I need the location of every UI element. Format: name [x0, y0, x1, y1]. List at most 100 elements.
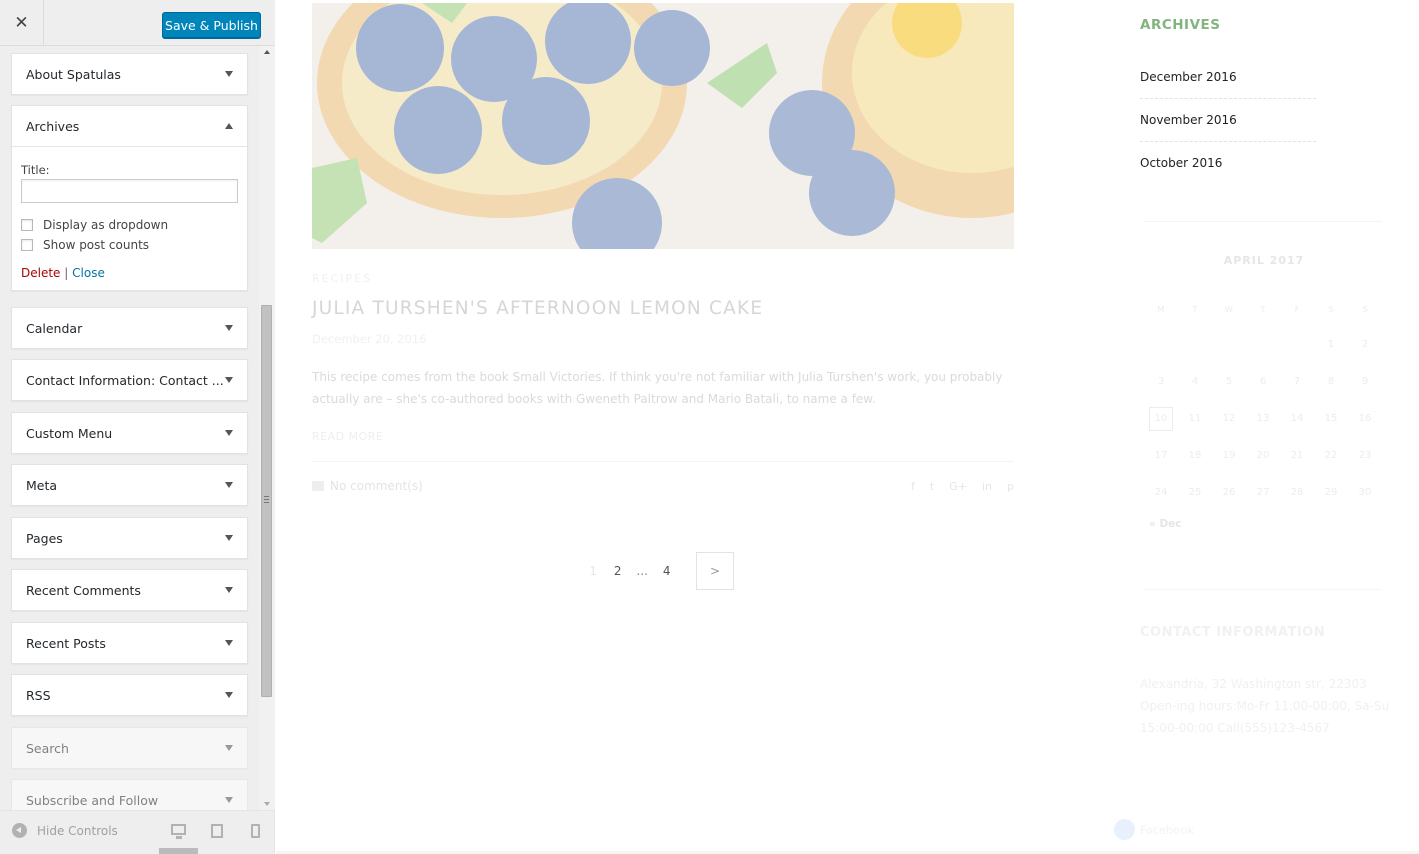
widget-header[interactable]: RSS	[12, 675, 247, 715]
widget-title: Contact Information: Contact ...	[26, 372, 224, 388]
linkedin-icon[interactable]: in	[982, 480, 992, 493]
page-link[interactable]: 4	[655, 564, 680, 578]
comments-link[interactable]: No comment(s)	[312, 479, 423, 493]
customizer-sidebar: ✕ Save & Publish About Spatulas Archives…	[0, 0, 275, 854]
next-page-button[interactable]: >	[696, 552, 734, 590]
hide-controls-button[interactable]: Hide Controls	[12, 823, 118, 838]
widget-recent-comments[interactable]: Recent Comments	[11, 569, 248, 611]
calendar-week: 10 11 12 13 14 15 16	[1144, 400, 1382, 437]
widget-divider	[1143, 589, 1382, 590]
facebook-link[interactable]: Facebook	[1114, 819, 1194, 840]
pinterest-icon[interactable]: p	[1007, 480, 1014, 493]
weekday: T	[1192, 304, 1198, 314]
expand-arrow-icon[interactable]	[225, 587, 233, 593]
widget-recent-posts[interactable]: Recent Posts	[11, 622, 248, 664]
sidebar-scrollbar[interactable]	[259, 46, 275, 810]
widget-header[interactable]: Pages	[12, 518, 247, 558]
expand-arrow-icon[interactable]	[225, 692, 233, 698]
calendar-day: 15	[1324, 413, 1338, 424]
calendar-widget: APRIL 2017 M T W T F S S 1 2 3 4 5 6 7 8…	[1139, 222, 1385, 542]
widget-header[interactable]: Calendar	[12, 308, 247, 348]
expand-arrow-icon[interactable]	[225, 482, 233, 488]
calendar-day: 2	[1361, 339, 1369, 350]
post-featured-image[interactable]	[312, 3, 1014, 249]
expand-arrow-icon[interactable]	[225, 325, 233, 331]
contact-widget-title: CONTACT INFORMATION	[1140, 625, 1326, 640]
title-input[interactable]	[21, 179, 238, 203]
display-dropdown-checkbox[interactable]	[21, 219, 33, 231]
post-title[interactable]: JULIA TURSHEN'S AFTERNOON LEMON CAKE	[312, 298, 763, 319]
calendar-day: 19	[1222, 450, 1236, 461]
customizer-header: ✕ Save & Publish	[0, 0, 275, 46]
widget-meta[interactable]: Meta	[11, 464, 248, 506]
show-post-counts-checkbox[interactable]	[21, 239, 33, 251]
widget-search[interactable]: Search	[11, 727, 248, 769]
widget-header[interactable]: Search	[12, 728, 247, 768]
post-category[interactable]: RECIPES	[312, 272, 372, 285]
widget-calendar[interactable]: Calendar	[11, 307, 248, 349]
widget-header[interactable]: About Spatulas	[12, 54, 247, 94]
widget-rss[interactable]: RSS	[11, 674, 248, 716]
save-publish-button[interactable]: Save & Publish	[162, 12, 261, 38]
widget-header[interactable]: Subscribe and Follow	[12, 780, 247, 810]
widget-contact-information[interactable]: Contact Information: Contact ...	[11, 359, 248, 401]
widget-title: About Spatulas	[26, 66, 121, 82]
widget-pages[interactable]: Pages	[11, 517, 248, 559]
scroll-down-arrow-icon[interactable]	[264, 802, 270, 806]
widget-header[interactable]: Recent Posts	[12, 623, 247, 663]
facebook-icon[interactable]: f	[911, 480, 915, 493]
calendar-day: 26	[1222, 487, 1236, 498]
scroll-up-arrow-icon[interactable]	[264, 50, 270, 54]
expand-arrow-icon[interactable]	[225, 71, 233, 77]
page-ellipsis: ...	[636, 564, 648, 578]
calendar-weekday-row: M T W T F S S	[1144, 292, 1382, 326]
expand-arrow-icon[interactable]	[225, 535, 233, 541]
widget-header[interactable]: Custom Menu	[12, 413, 247, 453]
archive-link[interactable]: December 2016	[1140, 70, 1316, 84]
close-customizer-button[interactable]: ✕	[0, 0, 44, 46]
google-plus-icon[interactable]: G+	[949, 480, 967, 493]
widget-title: Subscribe and Follow	[26, 792, 159, 808]
read-more-link[interactable]: READ MORE	[312, 430, 383, 443]
expand-arrow-icon[interactable]	[225, 377, 233, 383]
widget-archives[interactable]: Archives Title: Display as dropdown Show…	[11, 105, 248, 291]
expand-arrow-icon[interactable]	[225, 640, 233, 646]
archive-link[interactable]: October 2016	[1140, 156, 1316, 170]
collapse-arrow-icon[interactable]	[225, 123, 233, 129]
widget-list: About Spatulas Archives Title: Display a…	[0, 46, 258, 810]
widget-header[interactable]: Meta	[12, 465, 247, 505]
archive-divider	[1140, 98, 1316, 99]
expand-arrow-icon[interactable]	[225, 745, 233, 751]
close-widget-link[interactable]: Close	[72, 266, 105, 280]
page-link-current[interactable]: 1	[581, 564, 606, 578]
expand-arrow-icon[interactable]	[225, 430, 233, 436]
scrollbar-thumb[interactable]	[261, 305, 272, 697]
page-link[interactable]: 2	[606, 564, 631, 578]
calendar-day: 14	[1290, 413, 1304, 424]
widget-header[interactable]: Archives	[12, 106, 247, 146]
calendar-prev-link[interactable]: « Dec	[1149, 518, 1182, 530]
show-post-counts-option[interactable]: Show post counts	[21, 238, 238, 252]
display-dropdown-option[interactable]: Display as dropdown	[21, 218, 238, 232]
calendar-week: 1 2	[1144, 326, 1382, 363]
widget-custom-menu[interactable]: Custom Menu	[11, 412, 248, 454]
calendar-grid: M T W T F S S 1 2 3 4 5 6 7 8 9 10 11 12…	[1144, 292, 1382, 511]
desktop-preview-icon[interactable]	[171, 824, 186, 839]
calendar-day	[1280, 326, 1314, 363]
mobile-preview-icon[interactable]	[251, 824, 260, 838]
calendar-week: 17 18 19 20 21 22 23	[1144, 437, 1382, 474]
show-post-counts-label: Show post counts	[43, 238, 150, 252]
widget-header[interactable]: Recent Comments	[12, 570, 247, 610]
twitter-icon[interactable]: t	[930, 480, 934, 493]
widget-about-spatulas[interactable]: About Spatulas	[11, 53, 248, 95]
archive-link[interactable]: November 2016	[1140, 113, 1316, 127]
widget-header[interactable]: Contact Information: Contact ...	[12, 360, 247, 400]
widget-title: Meta	[26, 477, 58, 493]
expand-arrow-icon[interactable]	[225, 797, 233, 803]
chevron-right-icon: >	[709, 564, 721, 578]
calendar-day: 12	[1222, 413, 1236, 424]
horizontal-scroll-thumb[interactable]	[159, 848, 198, 854]
delete-widget-link[interactable]: Delete	[21, 266, 60, 280]
widget-subscribe-follow[interactable]: Subscribe and Follow	[11, 779, 248, 810]
tablet-preview-icon[interactable]	[211, 824, 223, 838]
